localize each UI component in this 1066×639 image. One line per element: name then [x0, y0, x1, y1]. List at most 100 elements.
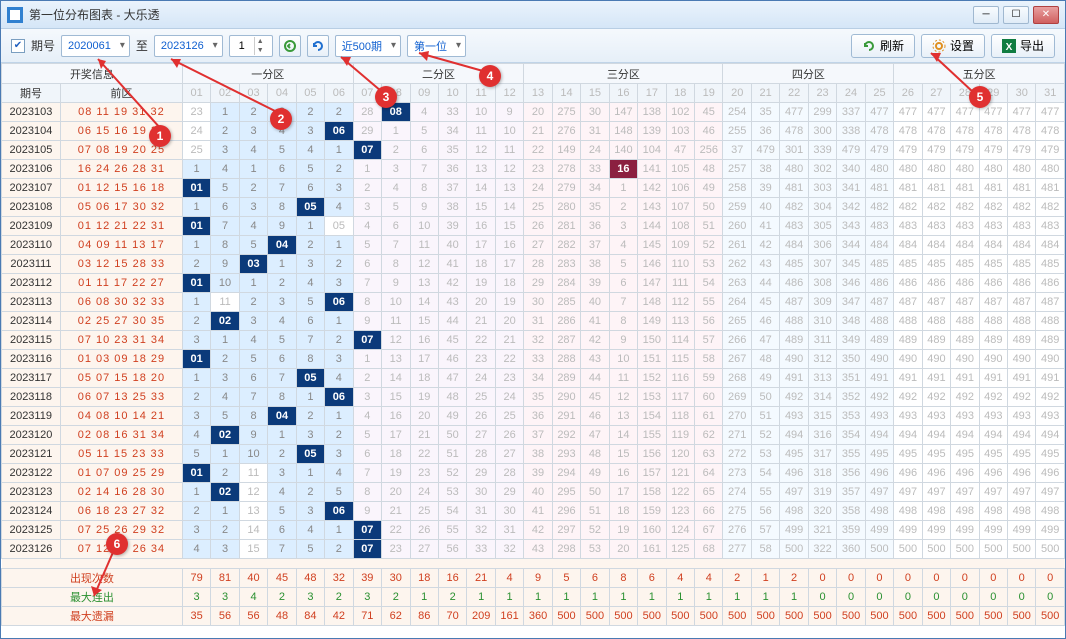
stat-val: 500 — [638, 607, 666, 626]
stat-val: 48 — [296, 569, 324, 588]
stat-row: 最大遗漏355656488442716286702091613605005005… — [2, 607, 1065, 626]
cell-val: 489 — [1008, 331, 1036, 350]
cell-val: 489 — [780, 331, 808, 350]
cell-val: 478 — [951, 122, 979, 141]
step-up[interactable]: ▲ — [255, 37, 266, 46]
cell-val: 8 — [268, 198, 296, 217]
cell-val: 494 — [1036, 426, 1065, 445]
cell-val: 19 — [495, 293, 523, 312]
cell-val: 11 — [211, 293, 239, 312]
cell-val: 112 — [666, 293, 694, 312]
cell-val: 5 — [296, 540, 324, 559]
cell-val: 158 — [638, 483, 666, 502]
cell-val: 10 — [609, 350, 637, 369]
cell-val: 480 — [922, 160, 950, 179]
cell-val: 06 — [325, 388, 353, 407]
cell-val: 491 — [894, 369, 922, 388]
cell-val: 16 — [609, 464, 637, 483]
cell-val: 493 — [922, 407, 950, 426]
cell-val: 17 — [382, 426, 410, 445]
cell-val: 102 — [666, 103, 694, 122]
cell-val: 32 — [467, 521, 495, 540]
stat-val: 30 — [382, 569, 410, 588]
minimize-button[interactable]: ─ — [973, 6, 999, 24]
cell-val: 5 — [353, 426, 381, 445]
cell-val: 5 — [239, 350, 267, 369]
cell-val: 1 — [382, 122, 410, 141]
cell-val: 1 — [353, 350, 381, 369]
cell-val: 498 — [1008, 502, 1036, 521]
cell-val: 494 — [894, 426, 922, 445]
step-input[interactable] — [230, 40, 254, 52]
stat-val: 1 — [780, 588, 808, 607]
cell-val: 20 — [467, 293, 495, 312]
cell-val: 482 — [1036, 198, 1065, 217]
maximize-button[interactable]: ☐ — [1003, 6, 1029, 24]
cell-val: 265 — [723, 312, 751, 331]
cell-val: 26 — [467, 407, 495, 426]
cell-val: 478 — [865, 122, 893, 141]
cell-val: 274 — [723, 483, 751, 502]
table-row: 202311306 08 30 32 331112350681014432019… — [2, 293, 1065, 312]
cell-val: 285 — [552, 293, 580, 312]
cell-val: 498 — [922, 502, 950, 521]
cell-issue: 2023119 — [2, 407, 61, 426]
stat-val: 500 — [666, 607, 694, 626]
cell-val: 264 — [723, 293, 751, 312]
stat-val: 0 — [808, 569, 836, 588]
issue-checkbox[interactable]: ✔ — [11, 39, 25, 53]
cell-val: 478 — [1008, 122, 1036, 141]
cell-val: 21 — [495, 331, 523, 350]
cell-val: 484 — [780, 236, 808, 255]
cell-val: 311 — [808, 331, 836, 350]
cell-val: 499 — [894, 521, 922, 540]
cell-val: 492 — [1008, 388, 1036, 407]
cell-val: 148 — [609, 122, 637, 141]
cell-val: 27 — [467, 426, 495, 445]
table-row: 202310805 06 17 30 321638054359381514252… — [2, 198, 1065, 217]
cell-val: 283 — [552, 255, 580, 274]
cell-val: 348 — [837, 312, 865, 331]
cell-val: 12 — [410, 255, 438, 274]
cell-val: 15 — [410, 312, 438, 331]
export-button[interactable]: X导出 — [991, 34, 1055, 58]
cell-val: 489 — [894, 331, 922, 350]
cell-val: 46 — [438, 350, 466, 369]
cell-val: 4 — [239, 141, 267, 160]
cell-val: 4 — [382, 179, 410, 198]
cell-val: 45 — [695, 103, 723, 122]
cell-val: 67 — [695, 521, 723, 540]
cell-val: 148 — [638, 293, 666, 312]
cell-val: 33 — [581, 160, 609, 179]
stat-val: 3 — [182, 588, 210, 607]
cell-val: 4 — [325, 464, 353, 483]
cell-val: 282 — [552, 236, 580, 255]
table-row: 202312507 25 26 29 323214641072226553231… — [2, 521, 1065, 540]
cell-val: 273 — [723, 464, 751, 483]
cell-val: 142 — [638, 179, 666, 198]
stat-row: 最大连出3342323212111111111111000000000 — [2, 588, 1065, 607]
cell-val: 486 — [922, 274, 950, 293]
cell-val: 6 — [268, 350, 296, 369]
cell-val: 05 — [296, 198, 324, 217]
cell-val: 160 — [638, 521, 666, 540]
cell-val: 46 — [695, 122, 723, 141]
cell-val: 339 — [808, 141, 836, 160]
col-num: 24 — [837, 84, 865, 103]
cell-val: 315 — [808, 407, 836, 426]
cell-val: 477 — [894, 103, 922, 122]
cell-val: 113 — [666, 312, 694, 331]
cell-val: 39 — [751, 179, 779, 198]
cell-val: 18 — [410, 369, 438, 388]
cell-val: 268 — [723, 369, 751, 388]
stat-val: 81 — [211, 569, 239, 588]
cell-val: 125 — [666, 540, 694, 559]
cell-val: 477 — [780, 103, 808, 122]
refresh-button[interactable]: 刷新 — [851, 34, 915, 58]
close-button[interactable]: ✕ — [1033, 6, 1059, 24]
table-row: 202312201 07 09 25 290121131471923522928… — [2, 464, 1065, 483]
cell-val: 477 — [1036, 103, 1065, 122]
cell-val: 310 — [808, 312, 836, 331]
refresh-icon-button[interactable] — [307, 35, 329, 57]
stat-val: 56 — [239, 607, 267, 626]
